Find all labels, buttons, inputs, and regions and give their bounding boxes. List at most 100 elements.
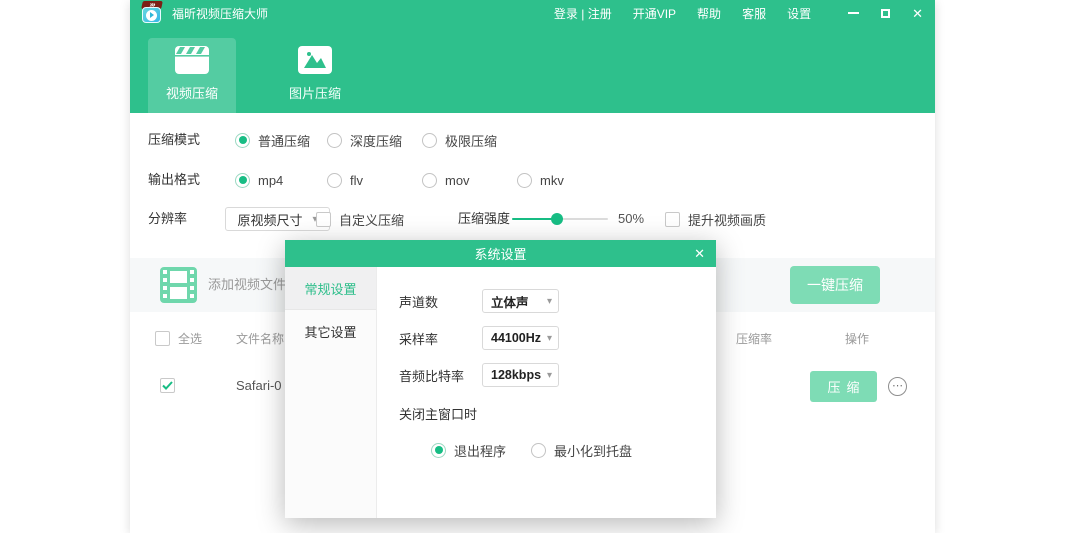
compression-mode-row: 压缩模式 普通压缩 深度压缩 极限压缩 xyxy=(130,127,935,153)
option-label: flv xyxy=(350,173,363,188)
option-label: 最小化到托盘 xyxy=(554,441,632,460)
app-logo-icon: ››› xyxy=(142,1,164,23)
radio-icon[interactable] xyxy=(422,173,437,188)
app-title: 福昕视频压缩大师 xyxy=(172,5,268,22)
radio-selected-icon[interactable] xyxy=(235,173,250,188)
format-mov-option[interactable]: mov xyxy=(422,167,470,193)
resolution-label: 分辨率 xyxy=(148,206,187,232)
login-register-link[interactable]: 登录 | 注册 xyxy=(554,5,612,22)
resolution-value: 原视频尺寸 xyxy=(237,210,302,229)
titlebar-menu: 登录 | 注册 开通VIP 帮助 客服 设置 ✕ xyxy=(554,5,923,22)
chevron-down-icon: ▾ xyxy=(547,333,552,344)
compress-all-button[interactable]: 一键压缩 xyxy=(790,266,880,304)
column-action: 操作 xyxy=(845,325,869,353)
select-all-label[interactable]: 全选 xyxy=(178,325,202,353)
tab-video-compress[interactable]: 视频压缩 xyxy=(148,38,236,113)
maximize-icon[interactable] xyxy=(881,9,890,18)
channels-label: 声道数 xyxy=(399,292,482,311)
sample-rate-select[interactable]: 44100Hz ▾ xyxy=(482,326,559,350)
custom-compress-option[interactable]: 自定义压缩 xyxy=(316,206,404,232)
slider-handle[interactable] xyxy=(551,213,563,225)
channels-field: 声道数 立体声 ▾ xyxy=(399,289,559,313)
audio-bitrate-label: 音频比特率 xyxy=(399,366,482,385)
select-all-checkbox[interactable] xyxy=(155,331,170,346)
column-filename: 文件名称 xyxy=(236,325,284,353)
close-window-label: 关闭主窗口时 xyxy=(399,404,477,423)
minimize-to-tray-option[interactable]: 最小化到托盘 xyxy=(531,438,632,462)
logo-play-icon xyxy=(142,7,161,23)
radio-icon[interactable] xyxy=(327,133,342,148)
option-label: 极限压缩 xyxy=(445,131,497,150)
close-window-field: 关闭主窗口时 xyxy=(399,401,477,425)
radio-selected-icon[interactable] xyxy=(235,133,250,148)
vip-link[interactable]: 开通VIP xyxy=(633,5,676,22)
radio-icon[interactable] xyxy=(517,173,532,188)
column-compression-rate: 压缩率 xyxy=(736,325,772,353)
compression-mode-label: 压缩模式 xyxy=(148,127,200,153)
app-header: ››› 福昕视频压缩大师 登录 | 注册 开通VIP 帮助 客服 设置 ✕ xyxy=(130,0,935,113)
compress-row-button[interactable]: 压缩 xyxy=(810,371,877,402)
audio-bitrate-value: 128kbps xyxy=(491,368,541,382)
dialog-body: 常规设置 其它设置 声道数 立体声 ▾ 采样率 44100Hz ▾ 音频比特率 xyxy=(285,267,716,518)
tab-label: 视频压缩 xyxy=(166,83,218,102)
chevron-down-icon: ▾ xyxy=(547,370,552,381)
mode-extreme-option[interactable]: 极限压缩 xyxy=(422,127,497,153)
resolution-select[interactable]: 原视频尺寸 ▾ xyxy=(225,207,330,231)
option-label: mkv xyxy=(540,173,564,188)
file-name: Safari-0 xyxy=(236,362,282,410)
format-mkv-option[interactable]: mkv xyxy=(517,167,564,193)
exit-program-option[interactable]: 退出程序 xyxy=(431,438,506,462)
option-label: mov xyxy=(445,173,470,188)
mode-deep-option[interactable]: 深度压缩 xyxy=(327,127,402,153)
sample-rate-field: 采样率 44100Hz ▾ xyxy=(399,326,559,350)
format-mp4-option[interactable]: mp4 xyxy=(235,167,283,193)
check-icon xyxy=(162,381,173,390)
row-checkbox-checked[interactable] xyxy=(160,378,175,393)
chevron-down-icon: ▾ xyxy=(547,296,552,307)
option-label: 退出程序 xyxy=(454,441,506,460)
radio-icon[interactable] xyxy=(327,173,342,188)
channels-select[interactable]: 立体声 ▾ xyxy=(482,289,559,313)
tab-image-compress[interactable]: 图片压缩 xyxy=(265,38,365,113)
sample-rate-value: 44100Hz xyxy=(491,331,541,345)
channels-value: 立体声 xyxy=(491,292,529,311)
sample-rate-label: 采样率 xyxy=(399,329,482,348)
titlebar: ››› 福昕视频压缩大师 登录 | 注册 开通VIP 帮助 客服 设置 ✕ xyxy=(130,0,935,26)
checkbox-icon[interactable] xyxy=(316,212,331,227)
audio-bitrate-select[interactable]: 128kbps ▾ xyxy=(482,363,559,387)
system-settings-dialog: 系统设置 ✕ 常规设置 其它设置 声道数 立体声 ▾ 采样率 44100Hz ▾ xyxy=(285,240,716,518)
filmstrip-icon xyxy=(160,267,197,303)
settings-link[interactable]: 设置 xyxy=(787,5,811,22)
mode-normal-option[interactable]: 普通压缩 xyxy=(235,127,310,153)
radio-selected-icon[interactable] xyxy=(431,443,446,458)
main-tabs: 视频压缩 图片压缩 xyxy=(148,38,365,113)
window-controls: ✕ xyxy=(848,7,923,20)
clapperboard-icon xyxy=(175,46,209,74)
option-label: mp4 xyxy=(258,173,283,188)
checkbox-icon[interactable] xyxy=(665,212,680,227)
customer-service-link[interactable]: 客服 xyxy=(742,5,766,22)
option-label: 普通压缩 xyxy=(258,131,310,150)
sidebar-item-general-settings[interactable]: 常规设置 xyxy=(285,267,376,310)
sidebar-item-other-settings[interactable]: 其它设置 xyxy=(285,310,376,353)
resolution-row: 分辨率 原视频尺寸 ▾ 自定义压缩 压缩强度 50% 提升视频画质 xyxy=(130,206,935,234)
radio-icon[interactable] xyxy=(422,133,437,148)
more-options-icon[interactable]: ⋯ xyxy=(888,377,907,396)
strength-slider[interactable] xyxy=(512,218,608,220)
enhance-quality-option[interactable]: 提升视频画质 xyxy=(665,206,766,232)
strength-label: 压缩强度 xyxy=(458,206,510,232)
close-icon[interactable]: ✕ xyxy=(912,7,923,20)
format-flv-option[interactable]: flv xyxy=(327,167,363,193)
tab-label: 图片压缩 xyxy=(289,83,341,102)
audio-bitrate-field: 音频比特率 128kbps ▾ xyxy=(399,363,559,387)
dialog-close-icon[interactable]: ✕ xyxy=(694,240,705,267)
option-label: 提升视频画质 xyxy=(688,210,766,229)
option-label: 深度压缩 xyxy=(350,131,402,150)
minimize-icon[interactable] xyxy=(848,12,859,14)
output-format-label: 输出格式 xyxy=(148,167,200,193)
radio-icon[interactable] xyxy=(531,443,546,458)
help-link[interactable]: 帮助 xyxy=(697,5,721,22)
output-format-row: 输出格式 mp4 flv mov mkv xyxy=(130,167,935,193)
add-file-label: 添加视频文件 xyxy=(208,258,286,312)
option-label: 自定义压缩 xyxy=(339,210,404,229)
